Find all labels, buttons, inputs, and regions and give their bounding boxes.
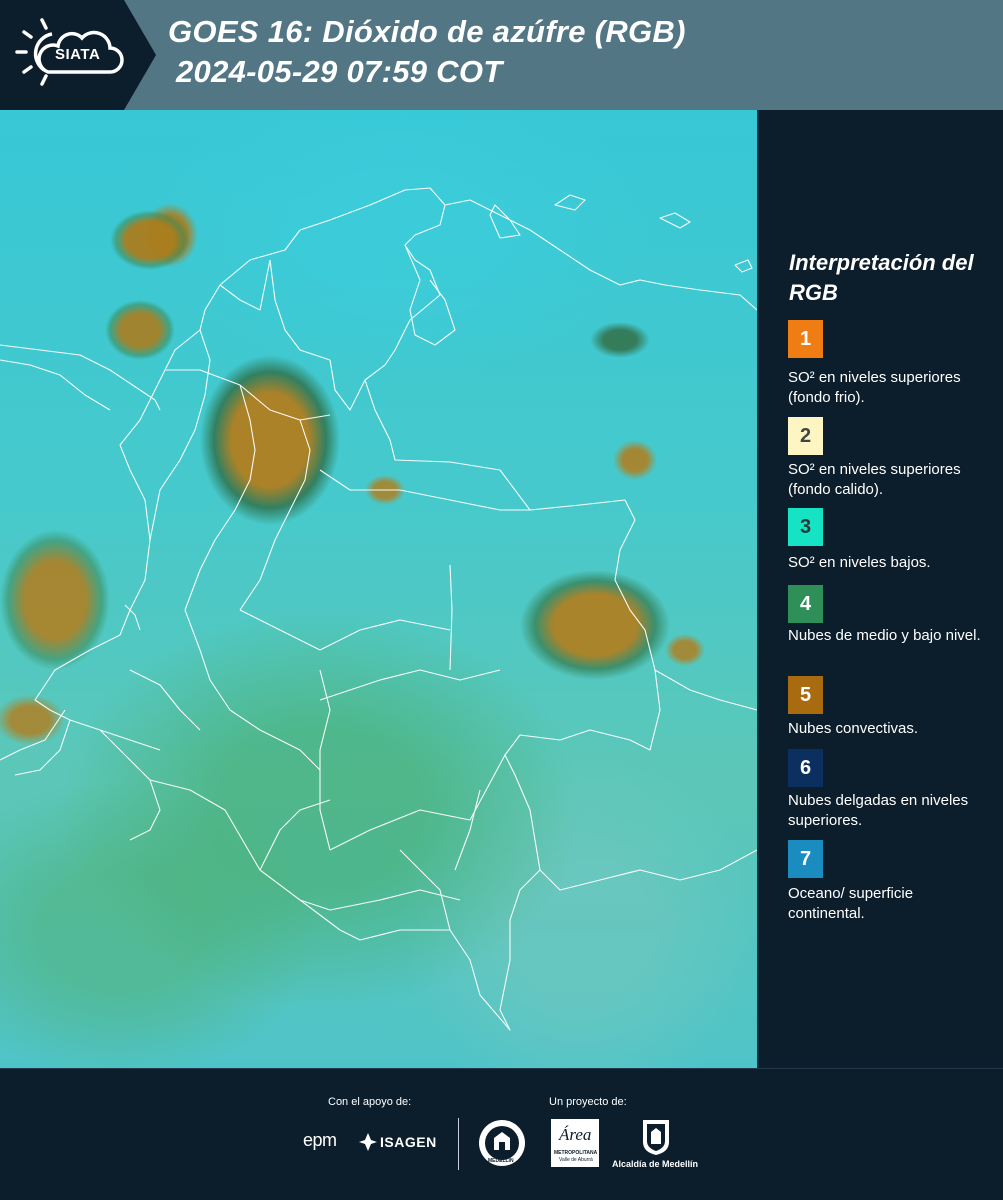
alcaldia-shield-icon: [643, 1120, 669, 1155]
sidebar-divider: [757, 110, 759, 1068]
page-title: GOES 16: Dióxido de azúfre (RGB): [168, 14, 686, 49]
satellite-rgb-image: [0, 110, 757, 1068]
legend-swatch-7: 7: [788, 840, 823, 878]
area-logo-text: Área: [559, 1125, 592, 1144]
footer-divider: [0, 1068, 1003, 1069]
support-caption: Con el apoyo de:: [328, 1096, 412, 1108]
siata-logo-panel: SIATA: [0, 0, 160, 110]
image-timestamp: 2024-05-29 07:59 COT: [176, 54, 503, 89]
boundary-lines: [0, 187, 757, 1031]
area-logo-subtitle2: Valle de Aburrá: [559, 1157, 593, 1163]
legend-label-1: SO² en niveles superiores (fondo frio).: [788, 369, 961, 406]
legend-swatch-6: 6: [788, 749, 823, 787]
area-logo-subtitle: METROPOLITANA: [554, 1150, 598, 1156]
legend-label-2: SO² en niveles superiores (fondo calido)…: [788, 461, 961, 498]
legend-label-5: Nubes convectivas.: [788, 720, 919, 737]
legend-swatch-5: 5: [788, 676, 823, 714]
header-bar: SIATA GOES 16: Dióxido de azúfre (RGB) 2…: [0, 0, 1003, 110]
legend-label-4: Nubes de medio y bajo nivel.: [788, 627, 981, 644]
project-caption: Un proyecto de:: [549, 1096, 627, 1108]
legend-swatch-2: 2: [788, 417, 823, 455]
siata-logo-text: SIATA: [55, 46, 101, 63]
legend-label-6: Nubes delgadas en niveles superiores.: [788, 792, 969, 829]
legend-panel: Interpretación del RGB 1 SO² en niveles …: [760, 110, 1003, 1068]
epm-logo: epm: [303, 1130, 337, 1150]
legend-swatch-4: 4: [788, 585, 823, 623]
footer: Con el apoyo de: Un proyecto de: epm ISA…: [0, 1068, 1003, 1200]
isagen-logo-icon: [359, 1133, 377, 1151]
legend-label-7: Oceano/ superficie continental.: [788, 885, 914, 922]
isagen-logo: ISAGEN: [380, 1134, 437, 1150]
area-metropolitana-logo: Área METROPOLITANA Valle de Aburrá: [551, 1119, 599, 1167]
legend-swatch-3: 3: [788, 508, 823, 546]
medellin-seal-text: MEDELLÍN: [488, 1158, 514, 1164]
footer-separator: [458, 1118, 459, 1170]
legend-title: Interpretación del RGB: [789, 250, 974, 305]
legend-swatch-1: 1: [788, 320, 823, 358]
legend-label-3: SO² en niveles bajos.: [788, 554, 931, 571]
alcaldia-logo-text: Alcaldía de Medellín: [612, 1159, 699, 1169]
